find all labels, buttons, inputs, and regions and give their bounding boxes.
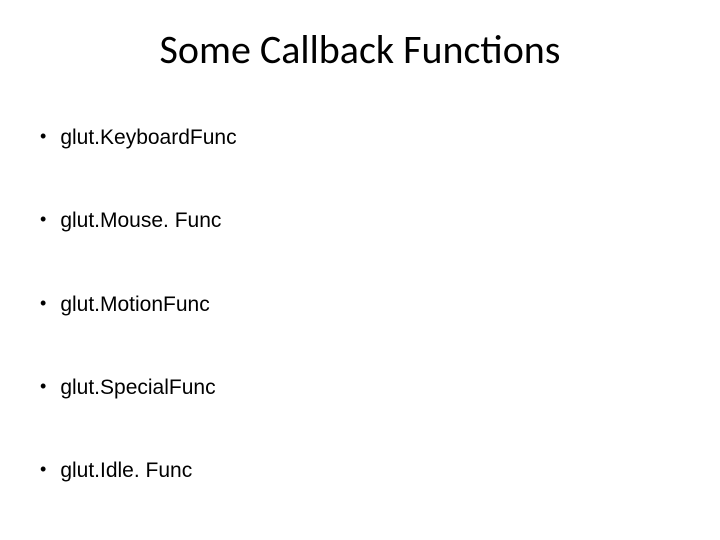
list-item: • glut.Mouse. Func: [40, 207, 680, 234]
slide-title: Some Callback Functions: [40, 25, 680, 74]
bullet-text: glut.SpecialFunc: [60, 374, 215, 401]
list-item: • glut.SpecialFunc: [40, 374, 680, 401]
bullet-icon: •: [40, 124, 46, 149]
bullet-icon: •: [40, 457, 46, 482]
list-item: • glut.KeyboardFunc: [40, 124, 680, 151]
list-item: • glut.MotionFunc: [40, 291, 680, 318]
bullet-text: glut.KeyboardFunc: [60, 124, 236, 151]
list-item: • glut.Idle. Func: [40, 457, 680, 484]
bullet-list: • glut.KeyboardFunc • glut.Mouse. Func •…: [40, 124, 680, 484]
bullet-icon: •: [40, 374, 46, 399]
bullet-text: glut.Mouse. Func: [60, 207, 221, 234]
slide-container: Some Callback Functions • glut.KeyboardF…: [0, 0, 720, 540]
bullet-icon: •: [40, 291, 46, 316]
bullet-text: glut.MotionFunc: [60, 291, 209, 318]
bullet-text: glut.Idle. Func: [60, 457, 192, 484]
bullet-icon: •: [40, 207, 46, 232]
